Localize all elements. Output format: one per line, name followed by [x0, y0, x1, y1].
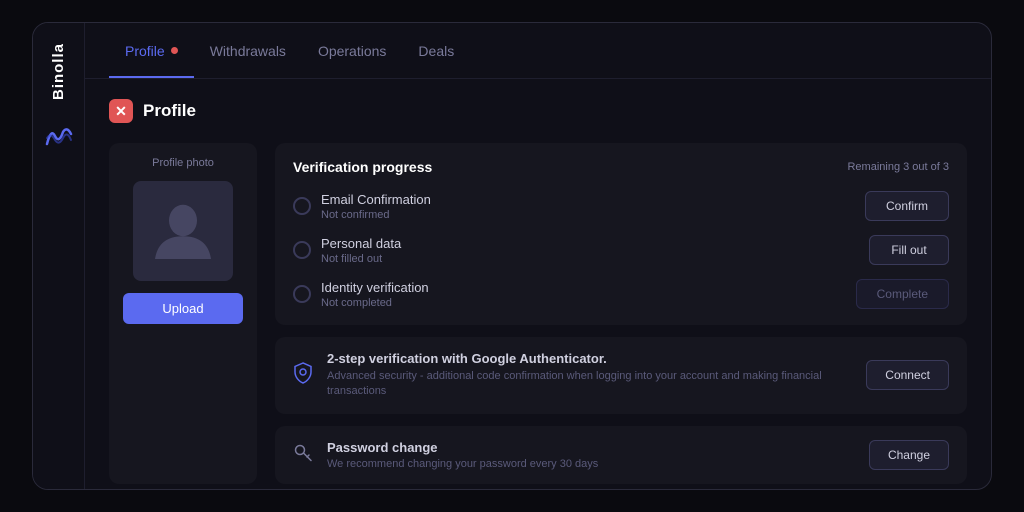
- app-logo: Binolla: [50, 43, 67, 100]
- upload-photo-button[interactable]: Upload: [123, 293, 243, 324]
- right-panel: Verification progress Remaining 3 out of…: [275, 143, 967, 484]
- verification-row-email: Email Confirmation Not confirmed Confirm: [293, 191, 949, 221]
- remaining-text: Remaining 3 out of 3: [847, 161, 949, 173]
- photo-label: Profile photo: [152, 157, 214, 169]
- sidebar-brand-icon: [45, 124, 73, 152]
- tab-operations-label: Operations: [318, 43, 386, 59]
- connect-twostep-button[interactable]: Connect: [866, 360, 949, 390]
- profile-title: Profile: [143, 101, 196, 121]
- vrow-identity-circle: [293, 285, 311, 303]
- vrow-personal-left: Personal data Not filled out: [293, 236, 401, 265]
- vrow-email-info: Email Confirmation Not confirmed: [321, 192, 431, 221]
- verification-header: Verification progress Remaining 3 out of…: [293, 159, 949, 175]
- password-title: Password change: [327, 440, 855, 455]
- complete-identity-button[interactable]: Complete: [856, 279, 949, 309]
- main-content: Profile Withdrawals Operations Deals ✕ P…: [85, 23, 991, 489]
- vrow-personal-sub: Not filled out: [321, 253, 401, 265]
- profile-header-icon: ✕: [109, 99, 133, 123]
- body-grid: Profile photo Upload Verification p: [109, 143, 967, 484]
- verification-row-personal: Personal data Not filled out Fill out: [293, 235, 949, 265]
- vrow-identity-info: Identity verification Not completed: [321, 280, 429, 309]
- tab-deals-label: Deals: [418, 43, 454, 59]
- vrow-email-left: Email Confirmation Not confirmed: [293, 192, 431, 221]
- twostep-description: Advanced security - additional code conf…: [327, 369, 852, 400]
- shield-icon: [293, 362, 313, 389]
- tab-withdrawals[interactable]: Withdrawals: [194, 23, 302, 78]
- vrow-personal-title: Personal data: [321, 236, 401, 251]
- vrow-identity-sub: Not completed: [321, 297, 429, 309]
- vrow-email-circle: [293, 197, 311, 215]
- app-container: Binolla Profile Withdrawals Operations D…: [32, 22, 992, 490]
- avatar-silhouette: [148, 196, 218, 266]
- tab-operations[interactable]: Operations: [302, 23, 402, 78]
- vrow-email-title: Email Confirmation: [321, 192, 431, 207]
- photo-card: Profile photo Upload: [109, 143, 257, 484]
- verification-card: Verification progress Remaining 3 out of…: [275, 143, 967, 325]
- tab-profile-label: Profile: [125, 43, 165, 59]
- confirm-email-button[interactable]: Confirm: [865, 191, 949, 221]
- tab-profile[interactable]: Profile: [109, 23, 194, 78]
- vrow-identity-left: Identity verification Not completed: [293, 280, 429, 309]
- twostep-title: 2-step verification with Google Authenti…: [327, 351, 852, 366]
- profile-header: ✕ Profile: [109, 99, 967, 123]
- twostep-info: 2-step verification with Google Authenti…: [327, 351, 852, 400]
- verification-title: Verification progress: [293, 159, 432, 175]
- avatar-placeholder: [133, 181, 233, 281]
- vrow-email-sub: Not confirmed: [321, 209, 431, 221]
- change-password-button[interactable]: Change: [869, 440, 949, 470]
- sidebar: Binolla: [33, 23, 85, 489]
- verification-row-identity: Identity verification Not completed Comp…: [293, 279, 949, 309]
- password-card: Password change We recommend changing yo…: [275, 426, 967, 484]
- tab-deals[interactable]: Deals: [402, 23, 470, 78]
- tab-profile-dot: [171, 47, 178, 54]
- key-icon: [293, 442, 313, 467]
- page-content: ✕ Profile Profile photo Upload: [85, 79, 991, 489]
- password-description: We recommend changing your password ever…: [327, 458, 855, 470]
- twostep-card: 2-step verification with Google Authenti…: [275, 337, 967, 414]
- verification-rows: Email Confirmation Not confirmed Confirm: [293, 191, 949, 309]
- fill-out-button[interactable]: Fill out: [869, 235, 949, 265]
- vrow-personal-info: Personal data Not filled out: [321, 236, 401, 265]
- password-info: Password change We recommend changing yo…: [327, 440, 855, 470]
- tabs-bar: Profile Withdrawals Operations Deals: [85, 23, 991, 79]
- tab-withdrawals-label: Withdrawals: [210, 43, 286, 59]
- vrow-identity-title: Identity verification: [321, 280, 429, 295]
- vrow-personal-circle: [293, 241, 311, 259]
